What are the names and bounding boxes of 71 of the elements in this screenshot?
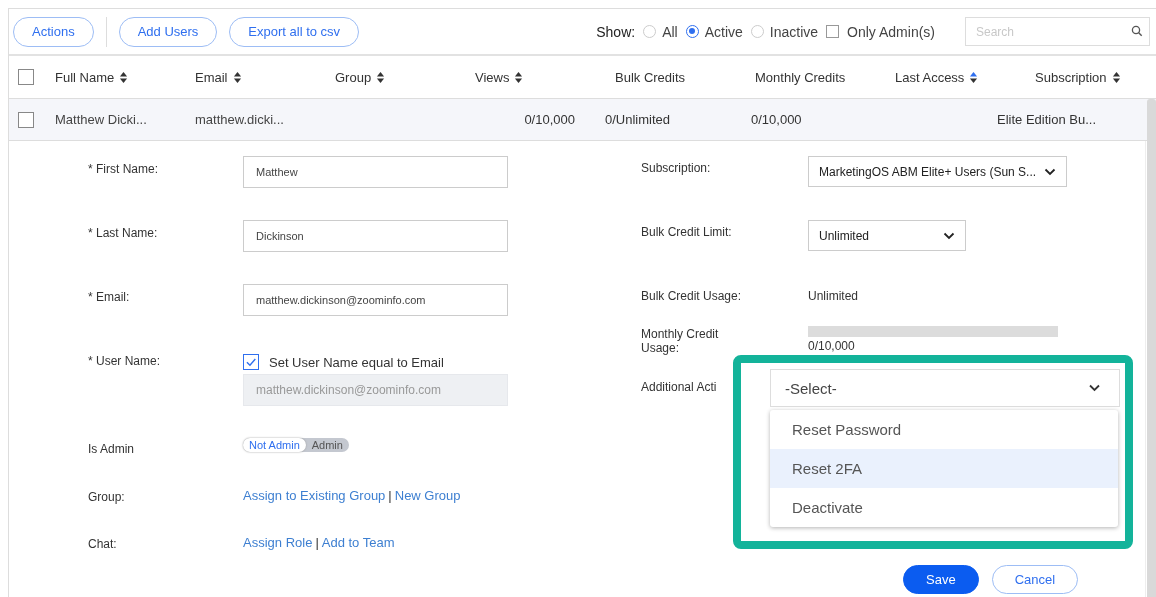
chevron-down-icon: [1044, 167, 1057, 176]
table-cell: 0/10,000: [524, 112, 575, 127]
column-header[interactable]: Group: [335, 69, 372, 85]
checkbox[interactable]: [18, 69, 34, 85]
link[interactable]: New Group: [394, 488, 461, 503]
sort-icon[interactable]: [376, 70, 386, 84]
usage-value: Unlimited: [808, 288, 858, 303]
search-icon: [1131, 25, 1143, 37]
chevron-down-icon: [943, 231, 955, 240]
field-label: * Last Name:: [88, 225, 159, 242]
column-header[interactable]: Bulk Credits: [615, 69, 686, 85]
toolbar-button[interactable]: Actions: [13, 16, 94, 47]
column-header[interactable]: Full Name: [55, 69, 115, 85]
field-label: Bulk Credit Limit:: [641, 224, 733, 241]
select-field[interactable]: Unlimited: [808, 220, 966, 251]
column-header[interactable]: Email: [195, 69, 228, 85]
field-label: * Email:: [88, 289, 131, 306]
sort-icon[interactable]: [232, 70, 242, 84]
table-cell: 0/Unlimited: [605, 112, 671, 127]
checkbox-label[interactable]: Set User Name equal to Email: [269, 354, 444, 370]
column-header[interactable]: Monthly Credits: [755, 69, 846, 85]
input-field[interactable]: Matthew: [243, 156, 508, 188]
chevron-down-icon: [1088, 384, 1101, 392]
checkbox[interactable]: [18, 111, 34, 128]
sort-icon[interactable]: [514, 70, 524, 84]
sort-icon[interactable]: [1111, 70, 1121, 84]
table-cell: Matthew Dicki...: [55, 112, 147, 127]
link[interactable]: Assign to Existing Group: [243, 488, 386, 503]
sort-icon[interactable]: [969, 70, 979, 84]
input-field[interactable]: Dickinson: [243, 220, 508, 252]
menu-item[interactable]: Reset Password: [770, 410, 1118, 449]
field-label: * User Name:: [88, 353, 162, 370]
toolbar-button[interactable]: Export all to csv: [229, 16, 360, 47]
toolbar-button[interactable]: Add Users: [118, 16, 218, 47]
usage-reading: 0/10,000: [808, 339, 856, 353]
field-label: Is Admin: [88, 441, 136, 458]
separator-label: |: [388, 488, 392, 503]
scrollbar[interactable]: [1147, 99, 1156, 597]
field-label: Subscription:: [641, 160, 712, 177]
cancel-button[interactable]: Cancel: [991, 565, 1079, 594]
select-field[interactable]: MarketingOS ABM Elite+ Users (Sun S...: [808, 156, 1068, 187]
table-cell: Elite Edition Bu...: [997, 112, 1096, 127]
column-header[interactable]: Last Access: [895, 69, 965, 85]
input-field[interactable]: matthew.dickinson@zoominfo.com: [243, 284, 508, 316]
field-label: Bulk Credit Usage:: [641, 288, 743, 305]
column-header[interactable]: Subscription: [1035, 69, 1107, 85]
table-cell: 0/10,000: [751, 112, 802, 127]
menu-item[interactable]: Reset 2FA: [770, 449, 1118, 488]
link[interactable]: Add to Team: [321, 535, 395, 550]
field-label: Chat:: [88, 536, 118, 553]
toggle-option[interactable]: Admin: [305, 438, 349, 452]
filter-label[interactable]: Inactive: [769, 23, 819, 40]
checkbox[interactable]: [243, 354, 259, 370]
sort-icon[interactable]: [119, 70, 129, 84]
table-cell: matthew.dicki...: [195, 112, 284, 127]
column-header[interactable]: Views: [475, 69, 510, 85]
toggle-option[interactable]: Not Admin: [243, 438, 306, 452]
filter-label[interactable]: All: [662, 23, 678, 40]
field-label: Monthly Credit Usage:: [641, 326, 720, 357]
filter-label[interactable]: Active: [704, 23, 743, 40]
field-label: * First Name:: [88, 161, 159, 178]
checkbox[interactable]: [826, 25, 840, 38]
show-label: Show:: [596, 23, 636, 40]
select-field[interactable]: -Select-: [770, 369, 1120, 407]
field-label: Group:: [88, 489, 126, 506]
only-admin-label[interactable]: Only Admin(s): [847, 23, 935, 40]
menu-item[interactable]: Deactivate: [770, 488, 1118, 527]
separator-label: |: [315, 535, 319, 550]
link[interactable]: Assign Role: [243, 535, 313, 550]
admin-toggle[interactable]: Not Admin Admin: [243, 438, 349, 452]
save-button[interactable]: Save: [903, 565, 979, 594]
